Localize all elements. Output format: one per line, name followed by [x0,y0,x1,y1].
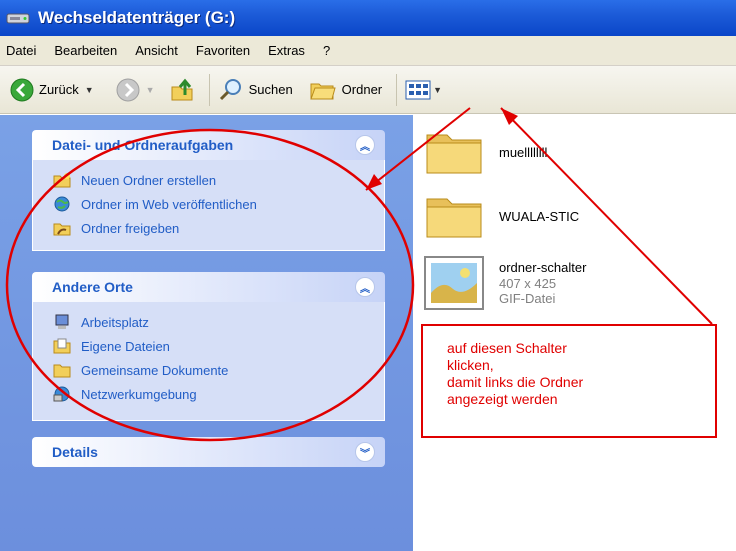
panel-title: Datei- und Ordneraufgaben [52,137,234,153]
task-share-folder[interactable]: Ordner freigeben [53,216,384,240]
menu-file[interactable]: Datei [6,43,36,58]
panel-body: Neuen Ordner erstellen Ordner im Web ver… [32,160,385,251]
panel-header[interactable]: Andere Orte ︽ [32,272,385,302]
menu-edit[interactable]: Bearbeiten [54,43,117,58]
file-item[interactable]: WUALA-STIC [423,191,579,241]
back-button[interactable]: Zurück ▼ [10,78,94,102]
back-arrow-icon [10,78,34,101]
file-info: ordner-schalter 407 x 425 GIF-Datei [499,260,586,306]
shared-folder-icon [53,223,71,236]
task-pane: Datei- und Ordneraufgaben ︽ Neuen Ordner… [0,115,413,551]
folders-button[interactable]: Ordner [309,78,382,102]
place-my-documents[interactable]: Eigene Dateien [53,334,384,358]
task-label: Ordner im Web veröffentlichen [81,196,257,212]
folders-icon [309,83,336,99]
toolbar: Zurück ▼ ▼ Suchen Ordner ▼ [0,66,736,114]
menu-help[interactable]: ? [323,43,330,58]
panel-title: Details [52,444,98,460]
toolbar-separator [396,73,398,106]
task-label: Ordner freigeben [81,220,180,236]
place-label: Netzwerkumgebung [81,386,197,402]
folder-icon [426,134,482,174]
callout-line: klicken, [447,357,494,373]
collapse-icon[interactable]: ︽ [355,277,375,297]
views-button[interactable]: ▼ [405,79,442,101]
callout-line: auf diesen Schalter [447,340,567,356]
place-shared-documents[interactable]: Gemeinsame Dokumente [53,358,384,382]
other-places-panel: Andere Orte ︽ Arbeitsplatz Eigene Dateie… [32,272,385,421]
place-label: Gemeinsame Dokumente [81,362,229,378]
panel-header[interactable]: Datei- und Ordneraufgaben ︽ [32,130,385,160]
file-dimensions: 407 x 425 [499,276,557,291]
annotation-callout: auf diesen Schalter klicken, damit links… [421,324,717,438]
computer-icon [55,314,69,329]
panel-body: Arbeitsplatz Eigene Dateien Gemeinsame D… [32,302,385,421]
place-network[interactable]: Netzwerkumgebung [53,382,384,406]
folder-icon [426,198,482,238]
forward-button[interactable]: ▼ [116,78,155,102]
place-label: Arbeitsplatz [81,314,149,330]
panel-title: Andere Orte [52,279,133,295]
views-icon [405,80,431,99]
callout-line: angezeigt werden [447,391,558,407]
menu-bar: Datei Bearbeiten Ansicht Favoriten Extra… [0,36,736,66]
forward-dropdown-icon[interactable]: ▼ [146,85,155,95]
menu-view[interactable]: Ansicht [135,43,178,58]
place-my-computer[interactable]: Arbeitsplatz [53,310,384,334]
new-folder-icon [53,173,71,188]
window-title: Wechseldatenträger (G:) [38,8,236,27]
file-name: ordner-schalter [499,260,587,275]
file-item[interactable]: muellllllll [423,127,547,177]
back-dropdown-icon[interactable]: ▼ [85,85,94,95]
details-panel: Details ︾ [32,437,385,467]
search-button[interactable]: Suchen [218,77,293,103]
task-publish-web[interactable]: Ordner im Web veröffentlichen [53,192,384,216]
task-label: Neuen Ordner erstellen [81,172,217,188]
back-label: Zurück [39,82,79,97]
collapse-icon[interactable]: ︽ [355,135,375,155]
folder-up-icon [171,78,193,100]
menu-extras[interactable]: Extras [268,43,305,58]
gif-image-icon [424,256,484,310]
panel-header[interactable]: Details ︾ [32,437,385,467]
file-item[interactable]: ordner-schalter 407 x 425 GIF-Datei [423,255,586,311]
search-icon [219,78,241,100]
file-name: WUALA-STIC [499,208,580,224]
place-label: Eigene Dateien [81,338,170,354]
toolbar-separator [208,73,210,106]
network-icon [53,386,70,402]
file-folder-tasks-panel: Datei- und Ordneraufgaben ︽ Neuen Ordner… [32,130,385,251]
title-bar: Wechseldatenträger (G:) [0,0,736,36]
views-dropdown-icon[interactable]: ▼ [433,85,442,95]
folder-icon [53,364,71,378]
folders-label: Ordner [341,82,383,97]
up-button[interactable] [169,77,195,103]
globe-icon [54,196,70,212]
file-type: GIF-Datei [499,291,556,306]
file-name: muellllllll [499,144,548,160]
callout-line: damit links die Ordner [447,374,584,390]
task-new-folder[interactable]: Neuen Ordner erstellen [53,168,384,192]
menu-favorites[interactable]: Favoriten [196,43,250,58]
documents-icon [53,338,71,354]
expand-icon[interactable]: ︾ [355,442,375,462]
removable-drive-icon [6,13,30,24]
forward-arrow-icon [116,78,140,101]
search-label: Suchen [248,82,293,97]
